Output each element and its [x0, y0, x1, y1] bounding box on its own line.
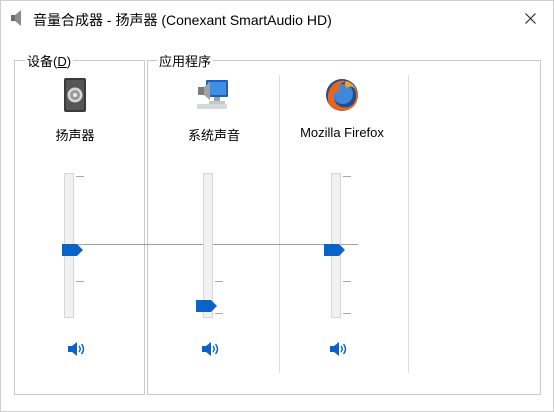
mute-speaker-button[interactable]: [67, 341, 87, 357]
close-button[interactable]: [507, 1, 553, 35]
channel-system-sounds: 系统声音: [154, 73, 274, 373]
slider-tick: [343, 313, 351, 314]
slider-tick: [76, 176, 84, 177]
volume-slider-thumb[interactable]: [196, 300, 218, 313]
window-title: 音量合成器 - 扬声器 (Conexant SmartAudio HD): [33, 12, 332, 28]
close-icon: [524, 12, 536, 24]
mute-speaker-button[interactable]: [329, 341, 349, 357]
slider-tick: [76, 281, 84, 282]
speaker-icon: [11, 10, 21, 26]
volume-slider-thumb[interactable]: [62, 243, 84, 256]
slider-tick: [343, 281, 351, 282]
devices-group-title: 设备(D): [25, 51, 74, 70]
channel-label: 系统声音: [187, 128, 240, 143]
channel-firefox: Mozilla Firefox: [282, 73, 402, 373]
title-bar: 音量合成器 - 扬声器 (Conexant SmartAudio HD): [1, 1, 553, 37]
slider-tick: [343, 176, 351, 177]
speaker-device-icon[interactable]: [57, 77, 93, 113]
volume-slider-track[interactable]: [203, 173, 213, 318]
slider-tick: [215, 313, 223, 314]
volume-mixer-window: 音量合成器 - 扬声器 (Conexant SmartAudio HD) 设备(…: [0, 0, 554, 412]
volume-slider-thumb[interactable]: [324, 243, 346, 256]
channel-speakers: 扬声器: [15, 73, 135, 373]
slider-tick: [215, 281, 223, 282]
channel-label: 扬声器: [55, 128, 95, 143]
system-sounds-icon[interactable]: [196, 77, 232, 113]
firefox-icon[interactable]: [324, 77, 360, 113]
channel-label: Mozilla Firefox: [300, 125, 384, 140]
applications-group-title: 应用程序: [157, 51, 214, 70]
channel-separator: [279, 75, 280, 373]
mute-speaker-button[interactable]: [201, 341, 221, 357]
channel-separator: [408, 75, 409, 373]
